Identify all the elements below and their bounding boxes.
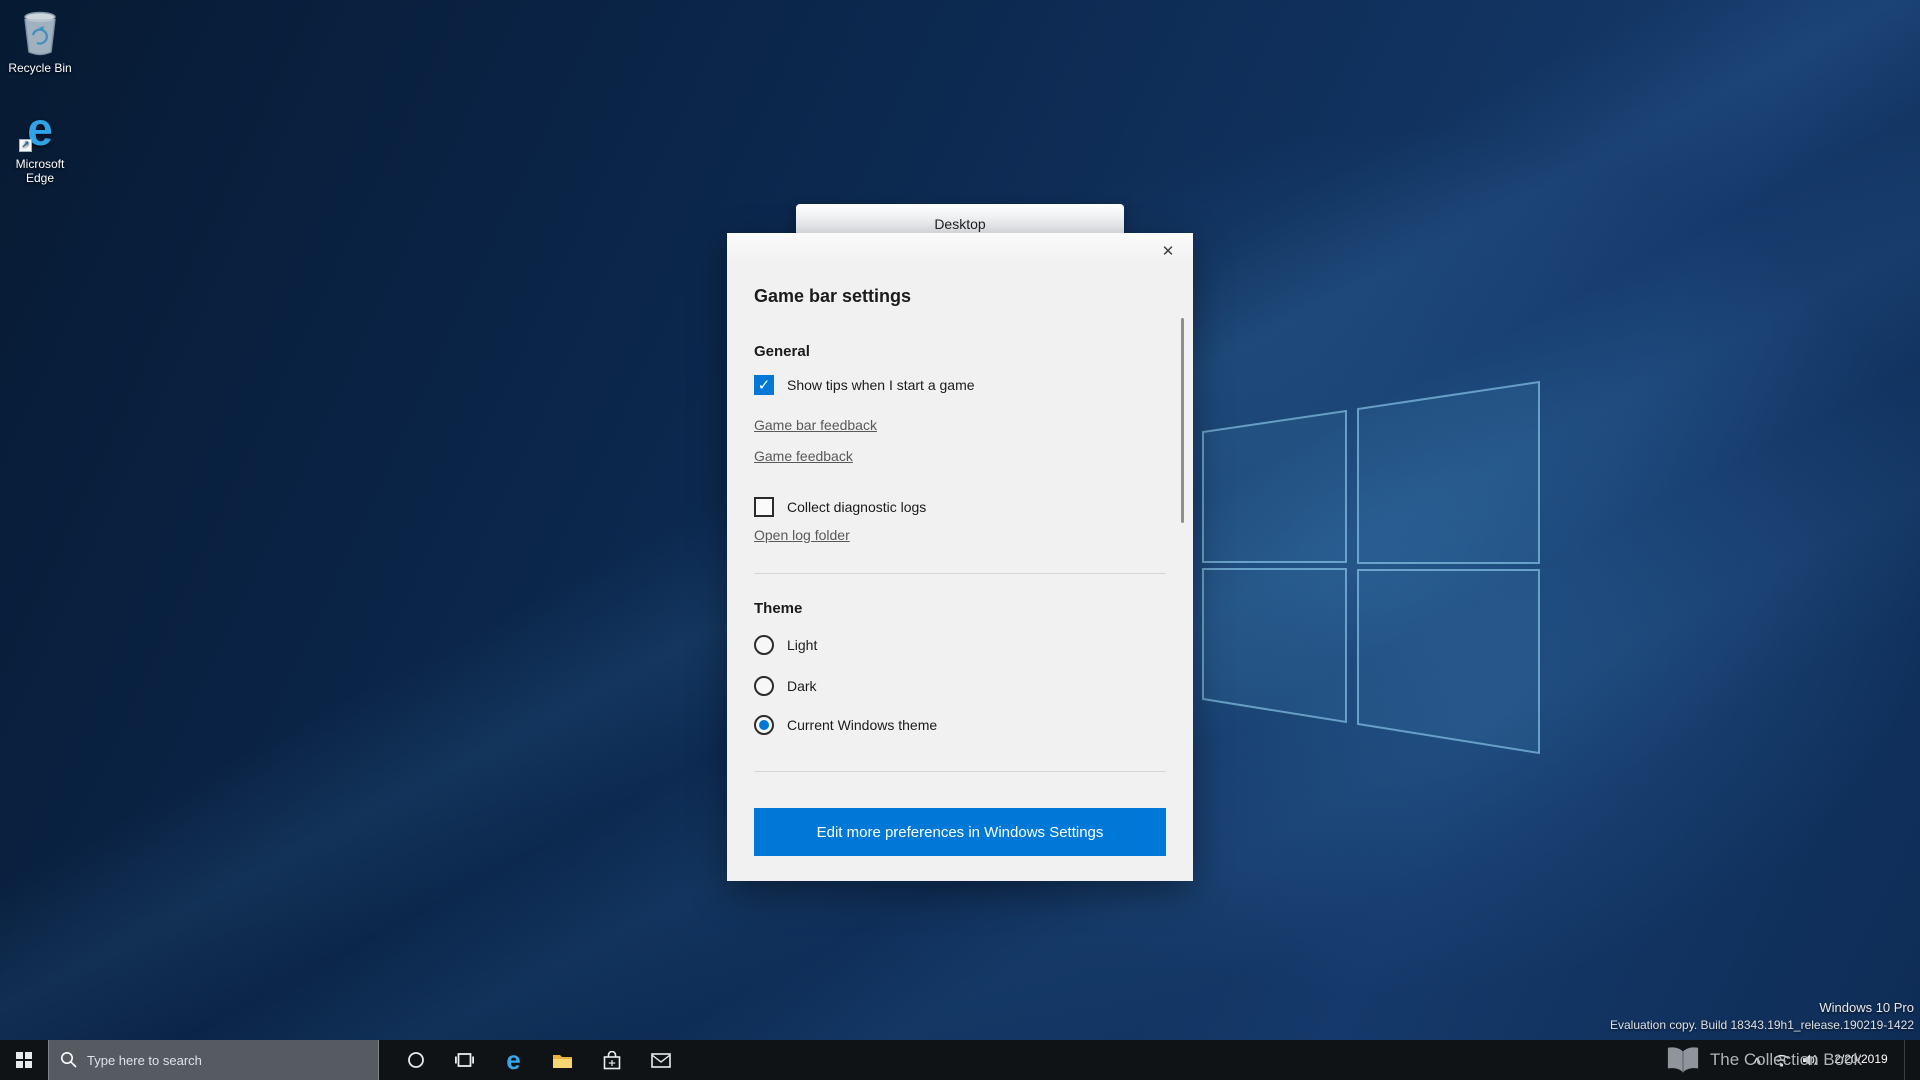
windows-start-icon — [16, 1052, 32, 1068]
windows-build: Evaluation copy. Build 18343.19h1_releas… — [1610, 1017, 1914, 1034]
edge-label: Microsoft Edge — [0, 157, 80, 185]
tray-overflow-caret-icon[interactable]: ^ — [1753, 1056, 1761, 1069]
windows-edition: Windows 10 Pro — [1610, 999, 1914, 1017]
game-bar-settings-dialog: ✕ Game bar settings General Show tips wh… — [727, 233, 1193, 881]
light-radio[interactable] — [754, 635, 774, 655]
open-log-folder-link[interactable]: Open log folder — [754, 527, 850, 544]
collect-logs-checkbox-row[interactable]: Collect diagnostic logs — [754, 495, 1166, 519]
file-explorer-icon — [552, 1052, 573, 1069]
desktop-icon-recycle-bin[interactable]: Recycle Bin — [0, 10, 80, 75]
footer-divider — [754, 771, 1166, 772]
edit-preferences-button[interactable]: Edit more preferences in Windows Setting… — [754, 808, 1166, 856]
theme-option-light[interactable]: Light — [754, 633, 1166, 657]
system-tray: ^ 2/20/2019 — [1753, 1040, 1920, 1080]
desktop-widget-title: Desktop — [934, 216, 985, 232]
dark-radio[interactable] — [754, 676, 774, 696]
volume-icon[interactable] — [1802, 1053, 1818, 1067]
recycle-bin-icon — [19, 10, 61, 56]
collect-logs-label: Collect diagnostic logs — [787, 499, 926, 515]
theme-heading: Theme — [754, 600, 1166, 618]
cortana-button[interactable] — [391, 1040, 440, 1080]
taskbar-search — [48, 1040, 379, 1080]
edge-icon: e ↗ — [17, 106, 63, 152]
general-heading: General — [754, 343, 1166, 361]
search-input[interactable] — [48, 1040, 379, 1080]
edge-taskbar-button[interactable]: e — [489, 1040, 538, 1080]
network-icon[interactable] — [1773, 1054, 1790, 1067]
mail-icon — [651, 1053, 671, 1068]
shortcut-arrow-icon: ↗ — [19, 139, 32, 152]
section-divider — [754, 573, 1166, 574]
search-icon — [60, 1051, 77, 1068]
start-button[interactable] — [0, 1040, 48, 1080]
recycle-bin-label: Recycle Bin — [8, 61, 71, 75]
show-desktop-button[interactable] — [1904, 1040, 1910, 1080]
desktop-icon-microsoft-edge[interactable]: e ↗ Microsoft Edge — [0, 106, 80, 185]
file-explorer-button[interactable] — [538, 1040, 587, 1080]
tray-date: 2/20/2019 — [1830, 1052, 1892, 1066]
collect-logs-checkbox[interactable] — [754, 497, 774, 517]
task-view-button[interactable] — [440, 1040, 489, 1080]
taskbar: e ^ — [0, 1040, 1920, 1080]
mail-button[interactable] — [636, 1040, 685, 1080]
task-view-icon — [455, 1051, 474, 1069]
game-bar-feedback-link[interactable]: Game bar feedback — [754, 417, 877, 434]
theme-option-current-windows-theme[interactable]: Current Windows theme — [754, 713, 1166, 737]
show-tips-checkbox[interactable] — [754, 375, 774, 395]
clock-date[interactable]: 2/20/2019 — [1830, 1040, 1892, 1080]
current-theme-label: Current Windows theme — [787, 717, 937, 733]
dialog-title: Game bar settings — [754, 285, 1166, 307]
store-button[interactable] — [587, 1040, 636, 1080]
dark-label: Dark — [787, 678, 817, 694]
game-feedback-link[interactable]: Game feedback — [754, 448, 853, 465]
store-icon — [603, 1051, 621, 1070]
close-icon[interactable]: ✕ — [1152, 238, 1184, 264]
edge-icon: e — [506, 1047, 520, 1073]
light-label: Light — [787, 637, 817, 653]
dialog-header: ✕ — [727, 233, 1193, 263]
dialog-body: Game bar settings General Show tips when… — [727, 285, 1193, 856]
theme-option-dark[interactable]: Dark — [754, 674, 1166, 698]
cortana-icon — [407, 1051, 425, 1069]
windows-build-watermark: Windows 10 Pro Evaluation copy. Build 18… — [1610, 999, 1914, 1034]
desktop-root: Recycle Bin e ↗ Microsoft Edge Desktop ✕… — [0, 0, 1920, 1080]
dialog-scrollbar[interactable] — [1181, 318, 1184, 523]
current-theme-radio[interactable] — [754, 715, 774, 735]
show-tips-checkbox-row[interactable]: Show tips when I start a game — [754, 373, 1166, 397]
show-tips-label: Show tips when I start a game — [787, 377, 975, 393]
